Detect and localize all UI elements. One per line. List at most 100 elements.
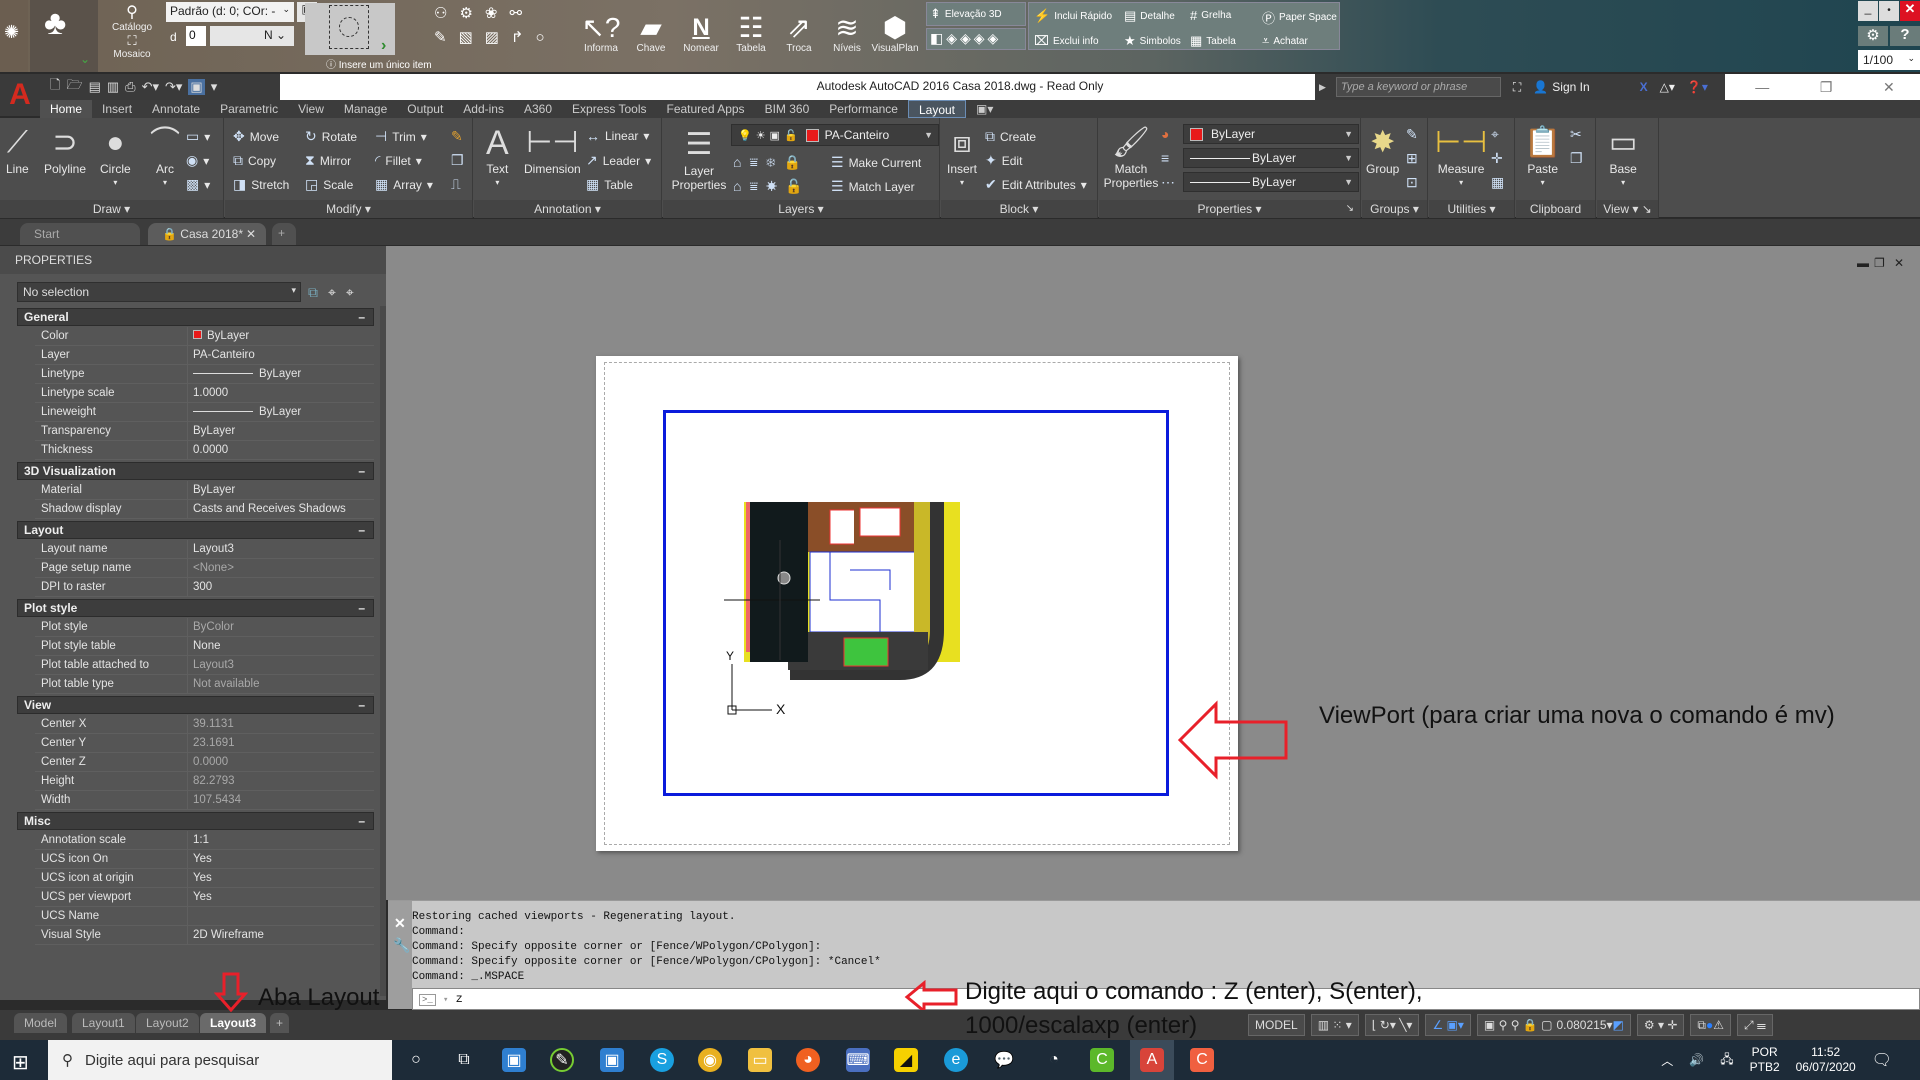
app-window-icon[interactable]: ▣ (502, 1048, 526, 1072)
draw-panel-title[interactable]: Draw ▾ (0, 200, 223, 218)
arc-button[interactable]: ⌒ Arc ▾ (150, 124, 180, 190)
insert-preview[interactable]: › (305, 3, 395, 55)
toggle-pickadd-icon[interactable]: ⧉ (308, 284, 318, 301)
library-preview[interactable]: ♣ ⌄ (30, 0, 98, 72)
tab-performance[interactable]: Performance (819, 100, 908, 118)
camtasia-icon[interactable]: C (1090, 1048, 1114, 1072)
save-icon[interactable]: ▤ (89, 79, 101, 95)
property-row[interactable]: Plot style ByColor (35, 618, 374, 637)
layer-properties-button[interactable]: ☰ Layer Properties (669, 126, 729, 192)
close-button[interactable]: ✕ (1900, 1, 1920, 21)
polyline-button[interactable]: ⊃ Polyline (44, 124, 86, 176)
table-button[interactable]: ▦ Table (586, 176, 633, 193)
help-icon[interactable]: ❓▾ (1687, 80, 1708, 94)
category-view[interactable]: View – (17, 696, 374, 714)
tab-view[interactable]: View (288, 100, 334, 118)
achatar-button[interactable]: ⩡ Achatar (1262, 33, 1308, 49)
quick-select-icon[interactable]: ⌖ (346, 284, 354, 301)
category-layout[interactable]: Layout – (17, 521, 374, 539)
pen-app-icon[interactable]: ✎ (550, 1048, 574, 1072)
view-panel-title[interactable]: View ▾ ↘ (1597, 200, 1658, 218)
property-row[interactable]: Linetype ByLayer (35, 365, 374, 384)
rectangle-button[interactable]: ▭ ▾ (186, 128, 210, 145)
app-window-2-icon[interactable]: ▣ (600, 1048, 624, 1072)
tabela-button[interactable]: ☷ Tabela (728, 2, 774, 55)
informa-button[interactable]: ↖? Informa (578, 2, 624, 55)
file-tab-start[interactable]: Start (20, 223, 140, 245)
property-row[interactable]: UCS icon On Yes (35, 850, 374, 869)
clock[interactable]: 11:52 06/07/2020 (1796, 1045, 1856, 1075)
groups-panel-title[interactable]: Groups ▾ (1362, 200, 1427, 218)
linetype-select[interactable]: ByLayer ▼ (1183, 172, 1359, 192)
category-general[interactable]: General – (17, 308, 374, 326)
edge-icon[interactable]: e (944, 1048, 968, 1072)
new-layout-button[interactable]: + (270, 1013, 290, 1033)
viewport-restore[interactable]: ❐ (1874, 256, 1885, 270)
n-select[interactable]: N ⌄ (260, 26, 294, 46)
move-button[interactable]: ✥ Move (233, 128, 279, 145)
collapse-icon[interactable]: – (358, 522, 365, 538)
chat-app-icon[interactable]: 💬 (992, 1048, 1016, 1072)
measure-button[interactable]: ⊢⊣ Measure ▾ (1435, 124, 1487, 190)
close-tab-icon[interactable]: ✕ (246, 227, 256, 241)
calculator-icon[interactable]: ▦ (1491, 174, 1504, 191)
property-row[interactable]: Visual Style 2D Wireframe (35, 926, 374, 945)
help-search-input[interactable]: Type a keyword or phrase (1335, 77, 1501, 97)
a360-icon[interactable]: △▾ (1660, 80, 1675, 94)
collapse-icon[interactable]: – (358, 813, 365, 829)
chave-button[interactable]: ▰ Chave (628, 2, 674, 55)
property-row[interactable]: Page setup name <None> (35, 559, 374, 578)
volume-icon[interactable]: 🔊 (1689, 1053, 1704, 1067)
sign-in-link[interactable]: Sign In (1552, 80, 1589, 94)
category-3d-visualization[interactable]: 3D Visualization – (17, 462, 374, 480)
ellipse-button[interactable]: ◉ ▾ (186, 152, 209, 169)
tab-layout[interactable]: Layout (907, 100, 966, 118)
file-tab-casa-2018[interactable]: 🔒 Casa 2018* ✕ (148, 223, 266, 245)
dimension-button[interactable]: ⊢⊣ Dimension (524, 124, 581, 176)
property-row[interactable]: Transparency ByLayer (35, 422, 374, 441)
utilities-panel-title[interactable]: Utilities ▾ (1429, 200, 1514, 218)
array-button[interactable]: ▦ Array ▾ (375, 176, 433, 193)
line-button[interactable]: ⟋ Line (6, 124, 29, 176)
copy-button[interactable]: ⧉ Copy (233, 152, 276, 169)
style-select[interactable]: Padrão (d: 0; COr: - ⌄ (166, 2, 294, 22)
minimize-button[interactable]: _ (1858, 1, 1878, 21)
leader-button[interactable]: ↗ Leader ▾ (586, 152, 651, 169)
inclui-rapido-button[interactable]: ⚡ Inclui Rápido (1034, 8, 1112, 24)
property-row[interactable]: Layout name Layout3 (35, 540, 374, 559)
customize-wrench-icon[interactable]: 🔧 (393, 937, 410, 954)
windows-start-icon[interactable]: ⊞ (12, 1050, 29, 1075)
collapse-icon[interactable]: – (358, 600, 365, 616)
property-row[interactable]: Thickness 0.0000 (35, 441, 374, 460)
trim-button[interactable]: ⊣ Trim ▾ (375, 128, 427, 145)
tab-home[interactable]: Home (40, 100, 93, 118)
autocad-taskbar-icon[interactable]: A (1140, 1048, 1164, 1072)
firefox-icon[interactable]: ◕ (796, 1048, 820, 1072)
network-app-icon[interactable]: ⌨ (846, 1048, 870, 1072)
layers-panel-title[interactable]: Layers ▾ (663, 200, 939, 218)
viewport-close[interactable]: ✕ (1894, 256, 1904, 270)
property-row[interactable]: Center Y 23.1691 (35, 734, 374, 753)
redo-icon[interactable]: ↷▾ (165, 79, 182, 95)
tab-output[interactable]: Output (397, 100, 453, 118)
tab-add-ins[interactable]: Add-ins (453, 100, 514, 118)
group-select-icon[interactable]: ⊡ (1406, 174, 1418, 191)
tab-bim-360[interactable]: BIM 360 (755, 100, 820, 118)
camtasia-recorder-icon[interactable]: C (1190, 1048, 1214, 1072)
visualplan-button[interactable]: ⬢ VisualPlan (871, 2, 918, 55)
chrome-icon[interactable]: ◉ (698, 1048, 722, 1072)
close-button[interactable]: ✕ (1883, 79, 1895, 96)
offset-button[interactable]: ⎍ (451, 176, 461, 193)
3d-views-group[interactable]: ◧◈◈◈◈ (930, 30, 1001, 47)
quick-select-icon[interactable]: ⌖ (1491, 126, 1499, 143)
circle-button[interactable]: ● Circle ▾ (100, 124, 131, 190)
exchange-icon[interactable]: X (1640, 80, 1648, 94)
property-row[interactable]: Layer PA-Canteiro (35, 346, 374, 365)
tab-express-tools[interactable]: Express Tools (562, 100, 656, 118)
paper-space-button[interactable]: Ⓟ Paper Space (1262, 8, 1337, 27)
tab-insert[interactable]: Insert (92, 100, 142, 118)
minimize-button[interactable]: — (1755, 79, 1769, 95)
file-explorer-icon[interactable]: ▭ (748, 1048, 772, 1072)
grid-snap-toggle[interactable]: ▥ ⁙ ▾ (1310, 1014, 1359, 1036)
ungroup-icon[interactable]: ✎ (1406, 126, 1418, 143)
